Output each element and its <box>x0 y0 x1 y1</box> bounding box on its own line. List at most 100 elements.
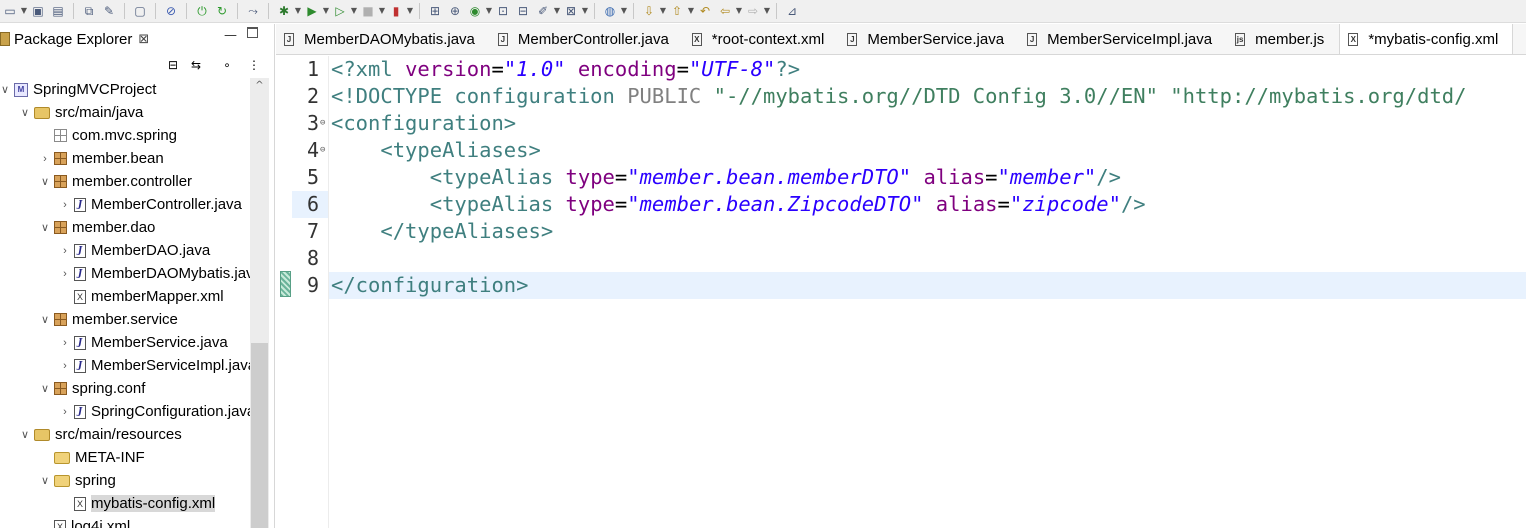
chevron-right-icon[interactable]: › <box>60 199 70 211</box>
tree-item[interactable]: XmemberMapper.xml <box>0 285 250 308</box>
forward-icon[interactable]: ⇨ <box>745 3 761 19</box>
code-line[interactable]: </typeAliases> <box>329 218 1526 245</box>
code-line[interactable]: <?xml version="1.0" encoding="UTF-8"?> <box>329 56 1526 83</box>
debug-icon[interactable]: ✱ <box>276 3 292 19</box>
quick-diff-change-marker[interactable] <box>280 271 291 297</box>
tree-item[interactable]: › J SpringConfiguration.java <box>0 400 250 423</box>
tree-item[interactable]: ∨ src/main/java <box>0 101 250 124</box>
toggle-breakpoint-icon[interactable]: ⊘ <box>163 3 179 19</box>
new-java-project-icon[interactable]: ⊞ <box>427 3 443 19</box>
xml-source-editor[interactable]: 1 2 3 ⊖ 4 ⊖ 5 6 7 8 9 <?xml version="1.0" encoding… <box>276 56 1526 528</box>
chevron-right-icon[interactable]: › <box>60 337 70 349</box>
tree-scrollbar[interactable]: ^ <box>250 78 269 528</box>
code-line[interactable]: <!DOCTYPE configuration PUBLIC "-//mybat… <box>329 83 1526 110</box>
tree-item[interactable]: ∨ src/main/resources <box>0 423 250 446</box>
console-icon[interactable]: ▢ <box>132 3 148 19</box>
tree-item[interactable]: › J MemberDAOMybatis.java <box>0 262 250 285</box>
code-line[interactable]: <typeAlias type="member.bean.memberDTO" … <box>329 164 1526 191</box>
link-with-editor-icon[interactable]: ⇆ <box>188 57 204 73</box>
open-folder-icon[interactable]: ⊡ <box>495 3 511 19</box>
tree-item[interactable]: › member.bean <box>0 147 250 170</box>
new-class-icon[interactable]: ◉ <box>467 3 483 19</box>
chevron-down-icon[interactable]: ∨ <box>40 382 50 395</box>
dropdown-arrow-icon[interactable]: ▼ <box>350 3 358 19</box>
last-edit-icon[interactable]: ↶ <box>697 3 713 19</box>
chevron-right-icon[interactable]: › <box>40 153 50 165</box>
stop-icon[interactable]: ■ <box>360 3 376 19</box>
code-line[interactable] <box>329 245 1526 272</box>
dropdown-arrow-icon[interactable]: ▼ <box>294 3 302 19</box>
tree-item[interactable]: › J MemberServiceImpl.java <box>0 354 250 377</box>
previous-annotation-icon[interactable]: ⇧ <box>669 3 685 19</box>
minimize-view-button[interactable]: — <box>224 28 237 43</box>
tree-item[interactable]: ∨ spring <box>0 469 250 492</box>
close-view-icon[interactable]: ⊠ <box>138 32 149 47</box>
next-annotation-icon[interactable]: ⇩ <box>641 3 657 19</box>
code-line[interactable]: <typeAlias type="member.bean.ZipcodeDTO"… <box>329 191 1526 218</box>
save-all-icon[interactable]: ▤ <box>50 3 66 19</box>
chevron-down-icon[interactable]: ∨ <box>40 175 50 188</box>
tree-item[interactable]: ∨ spring.conf <box>0 377 250 400</box>
open-type-icon[interactable]: ⧉ <box>81 3 97 19</box>
editor-tab[interactable]: J MemberController.java <box>490 24 684 54</box>
tree-item[interactable]: › J MemberDAO.java <box>0 239 250 262</box>
editor-tab[interactable]: J MemberServiceImpl.java <box>1019 24 1227 54</box>
package-explorer-title[interactable]: Package Explorer <box>14 31 132 48</box>
new-icon[interactable]: ▭ <box>2 3 18 19</box>
code-lines[interactable]: <?xml version="1.0" encoding="UTF-8"?> <!… <box>329 56 1526 528</box>
refresh-icon[interactable]: ↻ <box>214 3 230 19</box>
dropdown-arrow-icon[interactable]: ▼ <box>763 3 771 19</box>
chevron-right-icon[interactable]: › <box>60 245 70 257</box>
chevron-right-icon[interactable]: › <box>60 268 70 280</box>
collapse-all-icon[interactable]: ⊟ <box>165 57 181 73</box>
code-line[interactable]: <configuration> <box>329 110 1526 137</box>
view-menu-icon[interactable]: ⋮ <box>246 57 262 73</box>
dropdown-arrow-icon[interactable]: ▼ <box>687 3 695 19</box>
editor-tab[interactable]: X *root-context.xml <box>684 24 840 54</box>
run-external-icon[interactable]: ▷ <box>332 3 348 19</box>
save-icon[interactable]: ▣ <box>30 3 46 19</box>
new-package-icon[interactable]: ⊕ <box>447 3 463 19</box>
chevron-right-icon[interactable]: › <box>60 406 70 418</box>
open-resource-icon[interactable]: ⊠ <box>563 3 579 19</box>
tree-item[interactable]: ∨ M SpringMVCProject <box>0 78 250 101</box>
dropdown-arrow-icon[interactable]: ▼ <box>735 3 743 19</box>
editor-tab[interactable]: J MemberService.java <box>839 24 1019 54</box>
dropdown-arrow-icon[interactable]: ▼ <box>581 3 589 19</box>
tree-item[interactable]: Xmybatis-config.xml <box>0 492 250 515</box>
dropdown-arrow-icon[interactable]: ▼ <box>659 3 667 19</box>
power-icon[interactable]: ⏻ <box>194 3 210 19</box>
scroll-up-arrow-icon[interactable]: ^ <box>250 78 269 94</box>
chevron-down-icon[interactable]: ∨ <box>40 221 50 234</box>
tree-item[interactable]: ∨ member.dao <box>0 216 250 239</box>
tree-item[interactable]: ∨ member.service <box>0 308 250 331</box>
chevron-down-icon[interactable]: ∨ <box>0 83 10 96</box>
tree-item[interactable]: META-INF <box>0 446 250 469</box>
chevron-down-icon[interactable]: ∨ <box>20 106 30 119</box>
dropdown-arrow-icon[interactable]: ▼ <box>20 3 28 19</box>
scrollbar-thumb[interactable] <box>251 343 268 528</box>
editor-tab[interactable]: js member.js <box>1227 24 1339 54</box>
focus-icon[interactable]: ∘ <box>219 57 235 73</box>
dropdown-arrow-icon[interactable]: ▼ <box>485 3 493 19</box>
run-icon[interactable]: ▶ <box>304 3 320 19</box>
editor-tab[interactable]: J MemberDAOMybatis.java <box>276 24 490 54</box>
editor-tab[interactable]: X *mybatis-config.xml <box>1339 24 1514 54</box>
skip-icon[interactable]: ⤳ <box>245 3 261 19</box>
open-task-icon[interactable]: ✎ <box>101 3 117 19</box>
code-line[interactable]: <typeAliases> <box>329 137 1526 164</box>
tree-item[interactable]: ∨ member.controller <box>0 170 250 193</box>
dropdown-arrow-icon[interactable]: ▼ <box>406 3 414 19</box>
back-icon[interactable]: ⇦ <box>717 3 733 19</box>
coverage-icon[interactable]: ▮ <box>388 3 404 19</box>
dropdown-arrow-icon[interactable]: ▼ <box>620 3 628 19</box>
chevron-right-icon[interactable]: › <box>60 360 70 372</box>
tree-item[interactable]: com.mvc.spring <box>0 124 250 147</box>
chevron-down-icon[interactable]: ∨ <box>40 313 50 326</box>
tree-item[interactable]: Xlog4j.xml <box>0 515 250 528</box>
perspective-icon[interactable]: ⊿ <box>784 3 800 19</box>
task-icon[interactable]: ✐ <box>535 3 551 19</box>
maximize-view-button[interactable] <box>247 27 258 38</box>
dropdown-arrow-icon[interactable]: ▼ <box>378 3 386 19</box>
open-file-icon[interactable]: ⊟ <box>515 3 531 19</box>
